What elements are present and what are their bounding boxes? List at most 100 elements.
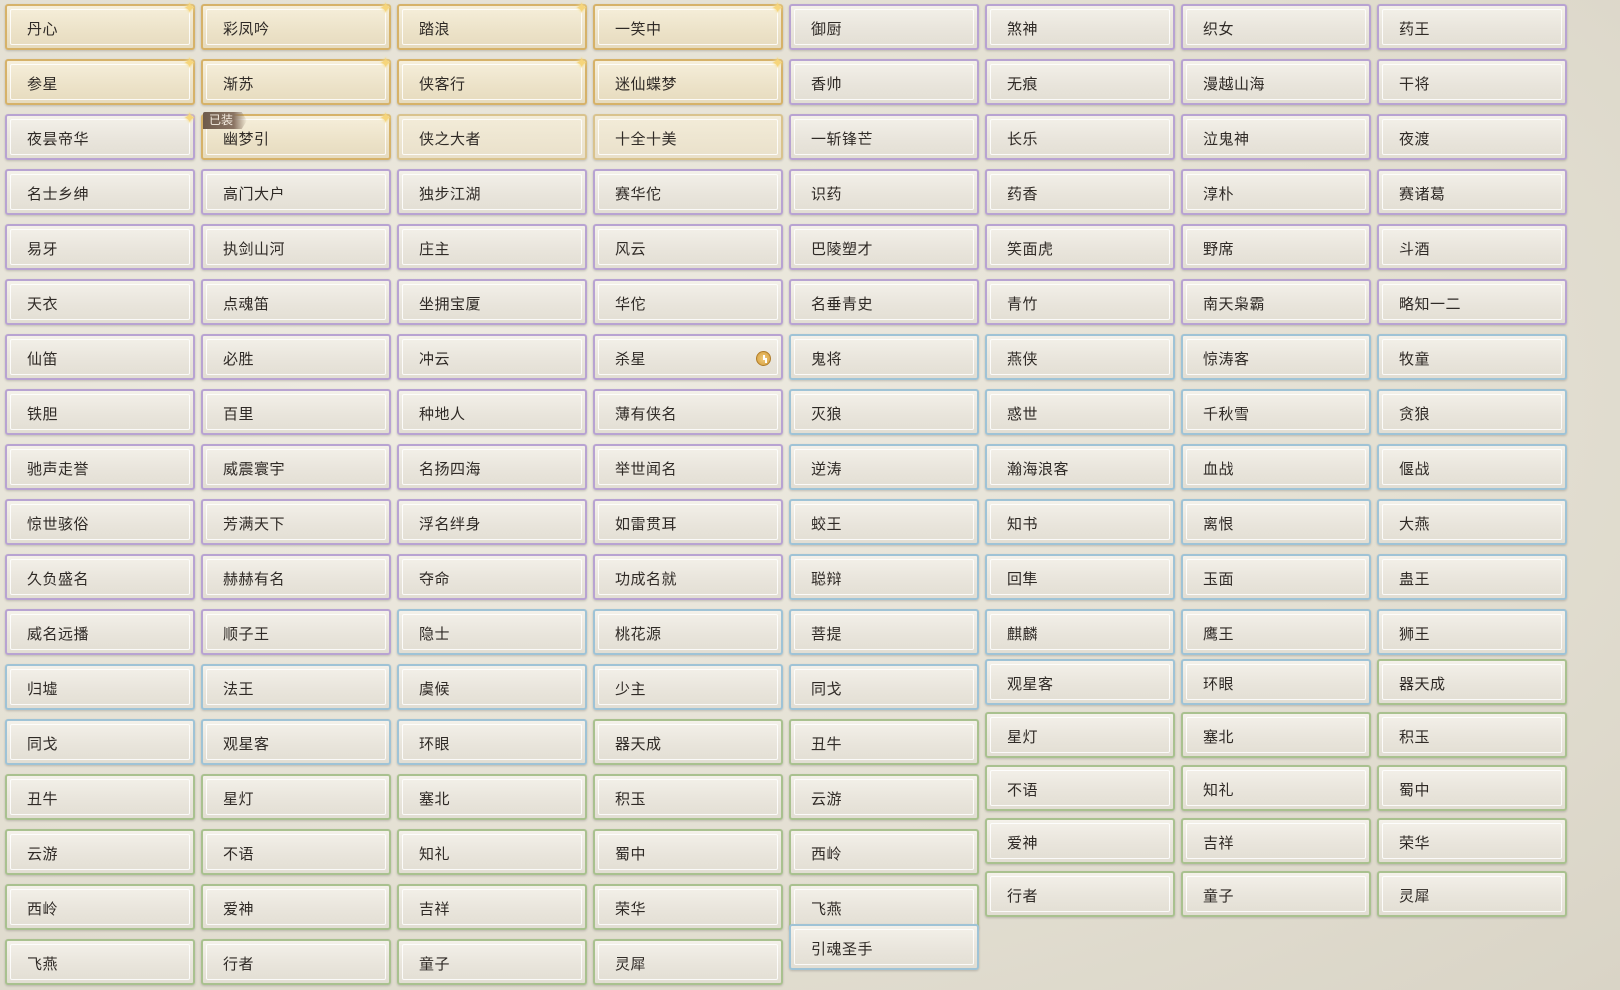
title-tile[interactable]: 积玉 bbox=[1377, 712, 1567, 758]
title-tile[interactable]: 举世闻名 bbox=[593, 444, 783, 490]
title-tile[interactable]: 同戈 bbox=[789, 664, 979, 710]
title-tile[interactable]: 笑面虎 bbox=[985, 224, 1175, 270]
title-tile[interactable]: 观星客 bbox=[201, 719, 391, 765]
title-tile[interactable]: 赛华佗 bbox=[593, 169, 783, 215]
title-tile[interactable]: 久负盛名 bbox=[5, 554, 195, 600]
title-tile[interactable]: 逆涛 bbox=[789, 444, 979, 490]
title-tile[interactable]: 鹰王 bbox=[1181, 609, 1371, 655]
title-tile[interactable]: 瀚海浪客 bbox=[985, 444, 1175, 490]
title-tile[interactable]: 华佗 bbox=[593, 279, 783, 325]
title-tile[interactable]: 百里 bbox=[201, 389, 391, 435]
title-tile[interactable]: 鬼将 bbox=[789, 334, 979, 380]
title-tile[interactable]: 斗酒 bbox=[1377, 224, 1567, 270]
title-tile[interactable]: 杀星 bbox=[593, 334, 783, 380]
title-tile[interactable]: 聪辩 bbox=[789, 554, 979, 600]
title-tile[interactable]: 行者 bbox=[201, 939, 391, 985]
title-tile[interactable]: 隐士 bbox=[397, 609, 587, 655]
title-tile[interactable]: 芳满天下 bbox=[201, 499, 391, 545]
title-tile[interactable]: 蜀中 bbox=[1377, 765, 1567, 811]
title-tile[interactable]: 牧童 bbox=[1377, 334, 1567, 380]
title-tile[interactable]: 行者 bbox=[985, 871, 1175, 917]
title-tile[interactable]: 不语 bbox=[985, 765, 1175, 811]
title-tile[interactable]: 庄主 bbox=[397, 224, 587, 270]
title-tile[interactable]: 幽梦引 ✦ 已装 bbox=[201, 111, 392, 160]
title-tile[interactable]: 观星客 bbox=[985, 659, 1175, 705]
title-tile[interactable]: 必胜 bbox=[201, 334, 391, 380]
title-tile[interactable]: 麒麟 bbox=[985, 609, 1175, 655]
title-tile[interactable]: 血战 bbox=[1181, 444, 1371, 490]
title-tile[interactable]: 塞北 bbox=[397, 774, 587, 820]
title-tile[interactable]: 风云 bbox=[593, 224, 783, 270]
title-tile[interactable]: 种地人 bbox=[397, 389, 587, 435]
title-tile[interactable]: 星灯 bbox=[985, 712, 1175, 758]
title-tile[interactable]: 荣华 bbox=[593, 884, 783, 930]
title-tile[interactable]: 燕侠 bbox=[985, 334, 1175, 380]
title-tile[interactable]: 天衣 bbox=[5, 279, 195, 325]
title-tile[interactable]: 云游 bbox=[5, 829, 195, 875]
title-tile[interactable]: 坐拥宝厦 bbox=[397, 279, 587, 325]
title-tile[interactable]: 仙笛 bbox=[5, 334, 195, 380]
title-tile[interactable]: 夺命 bbox=[397, 554, 587, 600]
title-tile[interactable]: 偃战 bbox=[1377, 444, 1567, 490]
title-tile[interactable]: 惊涛客 bbox=[1181, 334, 1371, 380]
title-tile[interactable]: 知礼 bbox=[397, 829, 587, 875]
title-tile[interactable]: 彩凤吟 ✦ bbox=[201, 1, 392, 50]
title-tile[interactable]: 夜昙帝华 ✦ bbox=[5, 111, 196, 160]
title-tile[interactable]: 爱神 bbox=[985, 818, 1175, 864]
title-tile[interactable]: 器天成 bbox=[593, 719, 783, 765]
title-tile[interactable]: 夜渡 bbox=[1377, 114, 1567, 160]
title-tile[interactable]: 无痕 bbox=[985, 59, 1175, 105]
title-tile[interactable]: 御厨 bbox=[789, 4, 979, 50]
title-tile[interactable]: 同戈 bbox=[5, 719, 195, 765]
title-tile[interactable]: 铁胆 bbox=[5, 389, 195, 435]
title-tile[interactable]: 千秋雪 bbox=[1181, 389, 1371, 435]
title-tile[interactable]: 狮王 bbox=[1377, 609, 1567, 655]
title-tile[interactable]: 煞神 bbox=[985, 4, 1175, 50]
title-tile[interactable]: 不语 bbox=[201, 829, 391, 875]
title-tile[interactable]: 菩提 bbox=[789, 609, 979, 655]
title-tile[interactable]: 玉面 bbox=[1181, 554, 1371, 600]
title-tile[interactable]: 干将 bbox=[1377, 59, 1567, 105]
title-tile[interactable]: 药王 bbox=[1377, 4, 1567, 50]
title-tile[interactable]: 侠之大者 bbox=[397, 114, 587, 160]
title-tile[interactable]: 丹心 ✦ bbox=[5, 1, 196, 50]
title-tile[interactable]: 淳朴 bbox=[1181, 169, 1371, 215]
title-tile[interactable]: 贪狼 bbox=[1377, 389, 1567, 435]
title-tile[interactable]: 离恨 bbox=[1181, 499, 1371, 545]
title-tile[interactable]: 威名远播 bbox=[5, 609, 195, 655]
title-tile[interactable]: 巴陵塑才 bbox=[789, 224, 979, 270]
title-tile[interactable]: 童子 bbox=[397, 939, 587, 985]
title-tile[interactable]: 知礼 bbox=[1181, 765, 1371, 811]
title-tile[interactable]: 蛊王 bbox=[1377, 554, 1567, 600]
title-tile[interactable]: 十全十美 bbox=[593, 114, 783, 160]
title-tile[interactable]: 浮名绊身 bbox=[397, 499, 587, 545]
title-tile[interactable]: 吉祥 bbox=[397, 884, 587, 930]
title-tile[interactable]: 踏浪 ✦ bbox=[397, 1, 588, 50]
title-tile[interactable]: 如雷贯耳 bbox=[593, 499, 783, 545]
title-tile[interactable]: 星灯 bbox=[201, 774, 391, 820]
title-tile[interactable]: 名士乡绅 bbox=[5, 169, 195, 215]
title-tile[interactable]: 回隼 bbox=[985, 554, 1175, 600]
title-tile[interactable]: 识药 bbox=[789, 169, 979, 215]
title-tile[interactable]: 迷仙蝶梦 ✦ bbox=[593, 56, 784, 105]
title-tile[interactable]: 执剑山河 bbox=[201, 224, 391, 270]
title-tile[interactable]: 西岭 bbox=[789, 829, 979, 875]
title-tile[interactable]: 野席 bbox=[1181, 224, 1371, 270]
title-tile[interactable]: 功成名就 bbox=[593, 554, 783, 600]
title-tile[interactable]: 童子 bbox=[1181, 871, 1371, 917]
title-tile[interactable]: 灵犀 bbox=[593, 939, 783, 985]
title-tile[interactable]: 漫越山海 bbox=[1181, 59, 1371, 105]
title-tile[interactable]: 青竹 bbox=[985, 279, 1175, 325]
title-tile[interactable]: 渐苏 ✦ bbox=[201, 56, 392, 105]
title-tile[interactable]: 药香 bbox=[985, 169, 1175, 215]
title-tile[interactable]: 赫赫有名 bbox=[201, 554, 391, 600]
title-tile[interactable]: 冲云 bbox=[397, 334, 587, 380]
title-tile[interactable]: 灭狼 bbox=[789, 389, 979, 435]
title-tile[interactable]: 桃花源 bbox=[593, 609, 783, 655]
title-tile[interactable]: 点魂笛 bbox=[201, 279, 391, 325]
title-tile[interactable]: 威震寰宇 bbox=[201, 444, 391, 490]
title-tile[interactable]: 环眼 bbox=[397, 719, 587, 765]
title-tile[interactable]: 香帅 bbox=[789, 59, 979, 105]
title-tile[interactable]: 归墟 bbox=[5, 664, 195, 710]
title-tile[interactable]: 塞北 bbox=[1181, 712, 1371, 758]
